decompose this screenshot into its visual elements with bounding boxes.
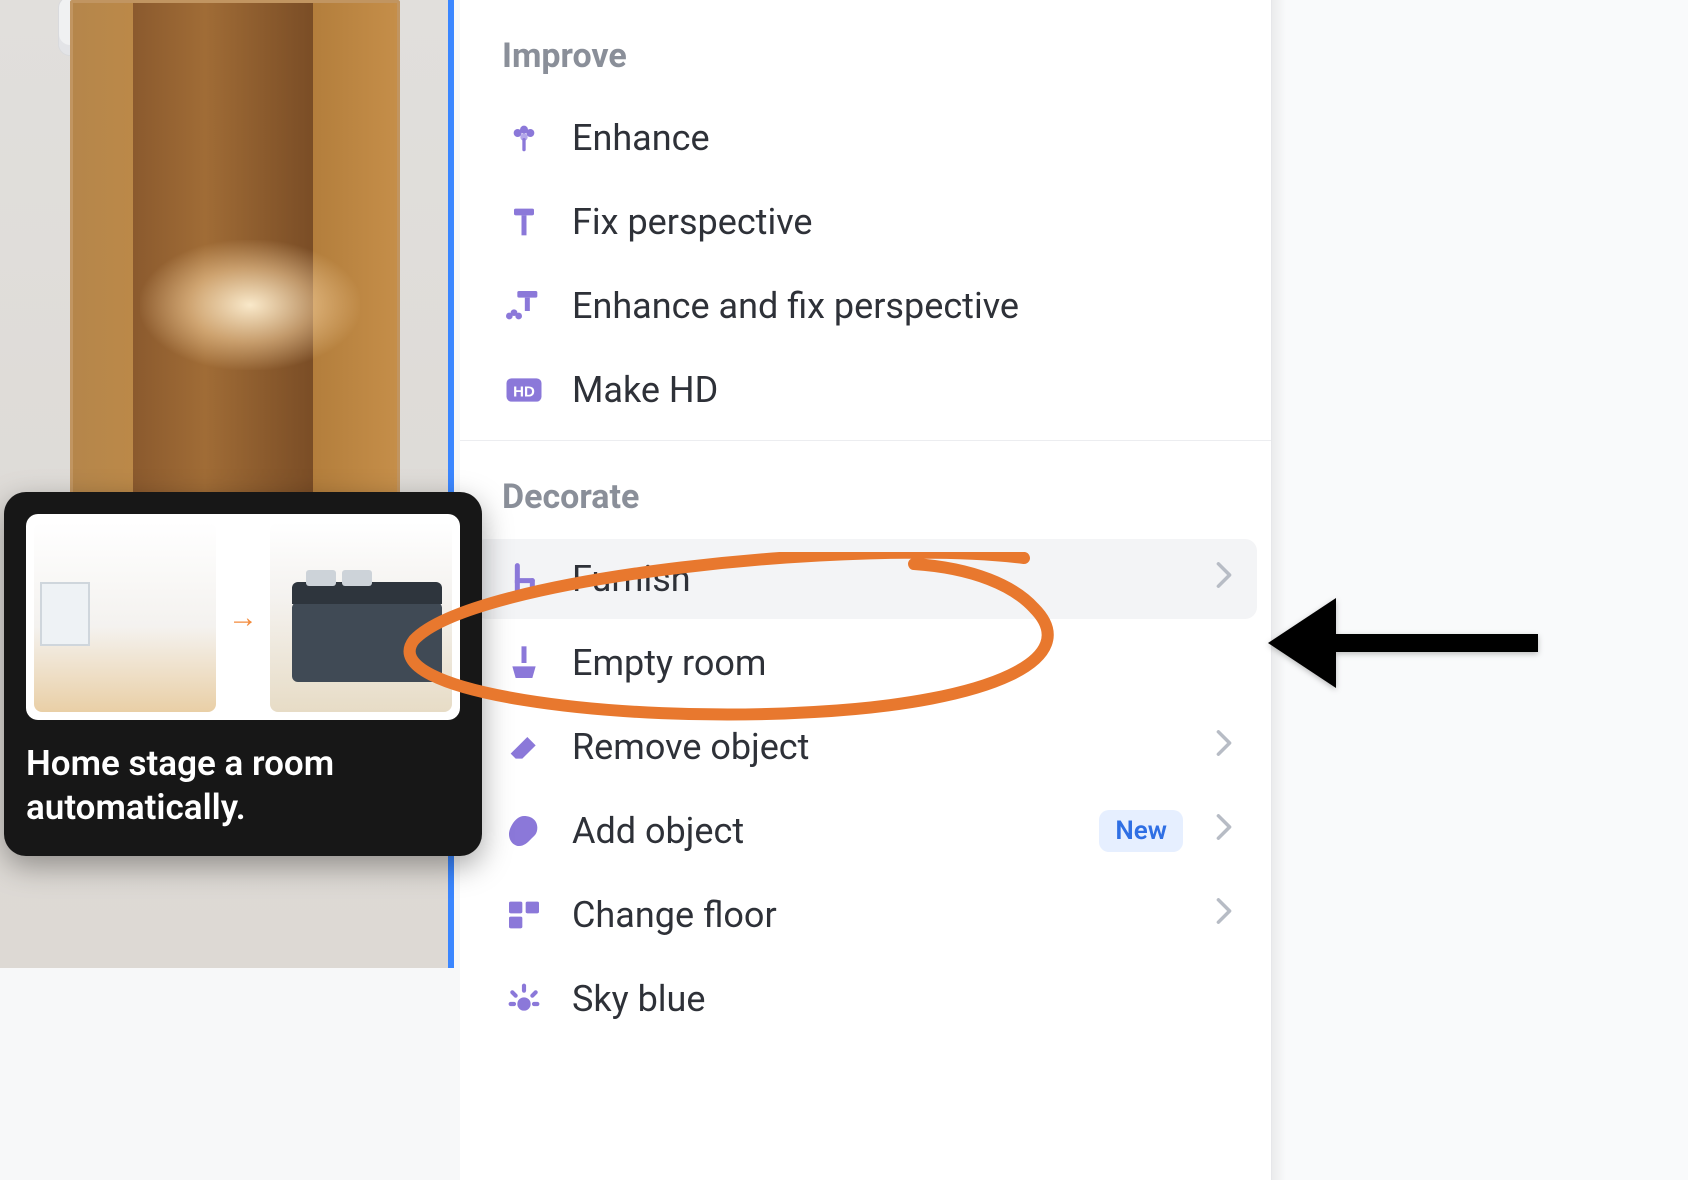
chair-icon — [502, 557, 546, 601]
menu-change-floor[interactable]: Change floor — [474, 875, 1257, 955]
menu-add-object[interactable]: Add object New — [474, 791, 1257, 871]
furnish-tooltip: → Home stage a room automatically. — [4, 492, 482, 856]
chevron-right-icon — [1215, 729, 1233, 765]
tooltip-before-after: → — [26, 514, 460, 720]
menu-empty-room[interactable]: Empty room — [474, 623, 1257, 703]
perspective-icon — [502, 200, 546, 244]
tooltip-after-thumb — [270, 522, 452, 712]
floor-tiles-icon — [502, 893, 546, 937]
menu-furnish-label: Furnish — [572, 558, 691, 600]
tooltip-caption: Home stage a room automatically. — [26, 742, 460, 830]
hd-icon: HD — [502, 368, 546, 412]
new-badge: New — [1099, 810, 1183, 852]
chevron-right-icon — [1215, 897, 1233, 933]
menu-fix-perspective-label: Fix perspective — [572, 201, 813, 243]
tooltip-bed-illustration — [292, 602, 442, 682]
chevron-right-icon — [1215, 561, 1233, 597]
broom-icon — [502, 641, 546, 685]
chevron-right-icon — [1215, 813, 1233, 849]
menu-enhance-label: Enhance — [572, 117, 710, 159]
menu-fix-perspective[interactable]: Fix perspective — [474, 182, 1257, 262]
edit-menu-panel: Improve Enhance Fix perspective Enhance … — [460, 0, 1272, 1180]
enhance-perspective-icon — [502, 284, 546, 328]
menu-remove-object[interactable]: Remove object — [474, 707, 1257, 787]
menu-make-hd-label: Make HD — [572, 369, 718, 411]
menu-enhance[interactable]: Enhance — [474, 98, 1257, 178]
section-header-improve: Improve — [460, 0, 1271, 94]
menu-remove-object-label: Remove object — [572, 726, 809, 768]
app-stage: → Home stage a room automatically. Impro… — [0, 0, 1688, 1180]
right-gutter — [1272, 0, 1688, 1180]
menu-change-floor-label: Change floor — [572, 894, 777, 936]
arrow-right-icon: → — [226, 600, 260, 635]
menu-empty-room-label: Empty room — [572, 642, 766, 684]
section-header-decorate: Decorate — [460, 441, 1271, 535]
menu-enhance-fix-label: Enhance and fix perspective — [572, 285, 1019, 327]
flower-icon — [502, 116, 546, 160]
menu-add-object-label: Add object — [572, 810, 744, 852]
blob-icon — [502, 809, 546, 853]
menu-sky-blue-label: Sky blue — [572, 978, 706, 1020]
menu-furnish[interactable]: Furnish — [474, 539, 1257, 619]
menu-enhance-fix[interactable]: Enhance and fix perspective — [474, 266, 1257, 346]
tooltip-before-thumb — [34, 522, 216, 712]
eraser-icon — [502, 725, 546, 769]
svg-text:HD: HD — [513, 384, 535, 401]
sun-icon — [502, 977, 546, 1021]
menu-make-hd[interactable]: HD Make HD — [474, 350, 1257, 430]
menu-sky-blue[interactable]: Sky blue — [474, 959, 1257, 1039]
